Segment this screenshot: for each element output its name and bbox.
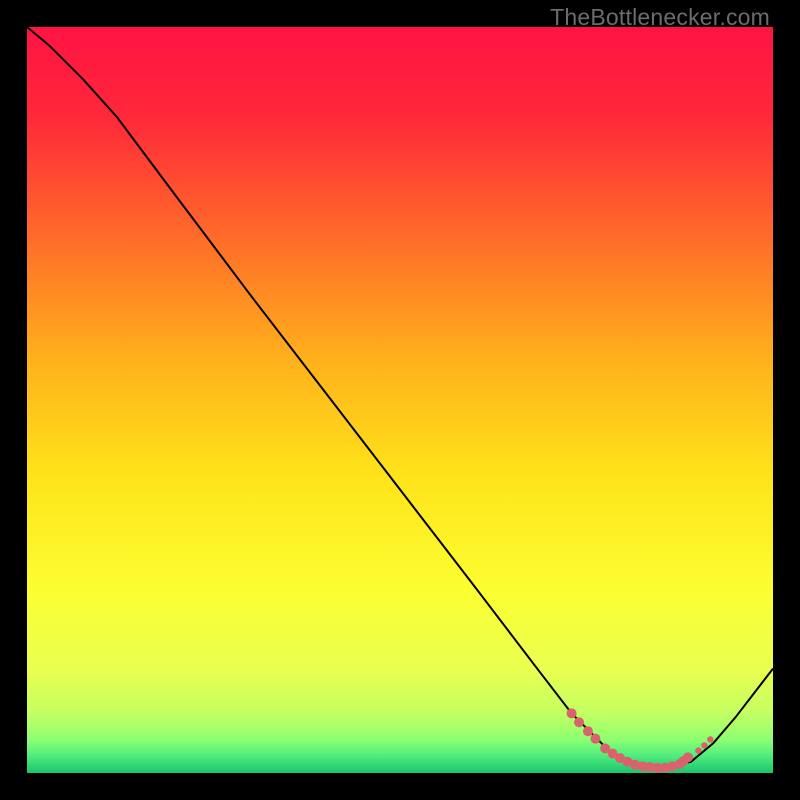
marker-dot xyxy=(567,708,577,718)
bottleneck-chart xyxy=(27,27,773,773)
watermark-text: TheBottlenecker.com xyxy=(550,4,770,31)
marker-dot xyxy=(707,736,713,742)
marker-dot xyxy=(683,752,693,762)
marker-dot xyxy=(583,726,593,736)
marker-dot xyxy=(574,717,584,727)
marker-dot xyxy=(701,742,707,748)
marker-dot xyxy=(695,747,701,753)
chart-background xyxy=(27,27,773,773)
marker-dot xyxy=(590,734,600,744)
